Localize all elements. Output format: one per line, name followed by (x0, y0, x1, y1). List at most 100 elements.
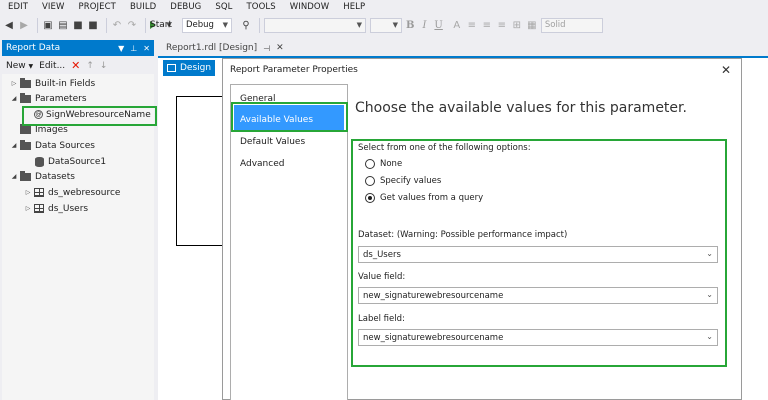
chevron-down-icon: ▼ (356, 21, 362, 29)
design-icon (167, 64, 176, 72)
toolbar-separator (145, 17, 146, 33)
close-icon[interactable]: ✕ (143, 44, 150, 53)
folder-icon (20, 139, 31, 150)
nav-item-available-values-label: Available Values (240, 115, 314, 125)
bold-button[interactable]: B (406, 20, 414, 31)
solution-config-select[interactable]: Debug ▼ (182, 17, 232, 33)
align-center-icon[interactable]: ≡ (481, 17, 493, 33)
fill-icon[interactable]: ▦ (526, 17, 538, 33)
tree-item-ds-webresource[interactable]: ▷ ds_webresource (24, 185, 121, 200)
main-toolbar: ◀ ▶ ▣ ▤ ■ ■ ↶ ↷ Start ▼ Debug ▼ ⚲ ▼ ▼ B … (0, 13, 768, 37)
label-field-value: new_signaturewebresourcename (363, 332, 504, 343)
menu-project[interactable]: PROJECT (79, 2, 116, 12)
font-color-icon[interactable]: A (451, 17, 463, 33)
collapse-arrow-icon[interactable]: ◢ (10, 142, 18, 149)
menu-build[interactable]: BUILD (130, 2, 156, 12)
design-tab-label: Design (180, 63, 212, 73)
database-icon (35, 156, 44, 167)
value-field-label: Value field: (358, 272, 406, 282)
tree-item-ds-users[interactable]: ▷ ds_Users (24, 201, 88, 216)
menu-window[interactable]: WINDOW (290, 2, 330, 12)
tree-item-label: Built-in Fields (35, 78, 96, 89)
underline-button[interactable]: U (434, 20, 442, 31)
radio-specify-values[interactable]: Specify values (365, 176, 441, 186)
save-all-icon[interactable]: ■ (87, 17, 99, 33)
pin-icon[interactable]: ⊥ (130, 44, 137, 53)
line-style-select[interactable]: Solid (540, 17, 603, 33)
move-up-icon[interactable]: ↑ (86, 61, 94, 71)
move-down-icon[interactable]: ↓ (100, 61, 108, 71)
new-menu-button[interactable]: New ▼ (6, 61, 33, 71)
expand-arrow-icon[interactable]: ▷ (24, 205, 32, 212)
report-parameter-properties-dialog: Report Parameter Properties ✕ General De… (222, 58, 742, 400)
radio-button[interactable] (365, 193, 375, 203)
find-icon[interactable]: ⚲ (240, 17, 252, 33)
label-field-select[interactable]: new_signaturewebresourcename ⌄ (358, 329, 718, 346)
forward-icon[interactable]: ▶ (18, 17, 30, 33)
radio-button[interactable] (365, 176, 375, 186)
edit-button[interactable]: Edit... (39, 61, 65, 71)
new-label: New (6, 60, 26, 71)
chevron-down-icon: ▼ (392, 21, 398, 29)
align-right-icon[interactable]: ≡ (496, 17, 508, 33)
radio-none[interactable]: None (365, 159, 402, 169)
chevron-down-icon: ▼ (28, 62, 34, 70)
tree-item-built-in-fields[interactable]: ▷ Built-in Fields (10, 76, 95, 91)
font-family-select[interactable]: ▼ (264, 17, 366, 33)
border-icon[interactable]: ⊞ (511, 17, 523, 33)
dataset-icon (34, 204, 44, 213)
dataset-value: ds_Users (363, 249, 401, 260)
font-size-select[interactable]: ▼ (370, 17, 402, 33)
italic-button[interactable]: I (422, 20, 426, 31)
radio-button[interactable] (365, 159, 375, 169)
line-style-value: Solid (544, 20, 566, 30)
expand-arrow-icon[interactable]: ▷ (10, 80, 18, 87)
pin-icon[interactable]: ⊣ (263, 44, 270, 53)
start-label: Start (150, 20, 172, 30)
chevron-down-icon[interactable]: ▼ (118, 44, 124, 53)
menu-tools[interactable]: TOOLS (246, 2, 275, 12)
folder-icon (20, 123, 31, 134)
value-field-select[interactable]: new_signaturewebresourcename ⌄ (358, 287, 718, 304)
tree-item-label: Images (35, 124, 68, 135)
design-tab-button[interactable]: Design (163, 60, 215, 76)
radio-get-values-from-query[interactable]: Get values from a query (365, 193, 483, 203)
close-icon[interactable]: ✕ (721, 63, 731, 77)
solution-config-value: Debug (186, 20, 214, 30)
menu-help[interactable]: HELP (343, 2, 365, 12)
collapse-arrow-icon[interactable]: ◢ (10, 95, 18, 102)
save-icon[interactable]: ■ (72, 17, 84, 33)
report-data-toolbar: New ▼ Edit... ✕ ↑ ↓ (2, 57, 154, 74)
align-left-icon[interactable]: ≡ (466, 17, 478, 33)
document-tab-label: Report1.rdl [Design] (166, 43, 258, 53)
chevron-down-icon: ⌄ (706, 332, 713, 341)
dataset-label: Dataset: (Warning: Possible performance … (358, 230, 568, 240)
menu-sql[interactable]: SQL (215, 2, 232, 12)
tree-item-datasource1[interactable]: DataSource1 (35, 154, 106, 169)
dataset-icon (34, 188, 44, 197)
tree-item-parameters[interactable]: ◢ Parameters (10, 91, 87, 106)
new-project-icon[interactable]: ▣ (42, 17, 54, 33)
menu-debug[interactable]: DEBUG (170, 2, 201, 12)
nav-item-default-values[interactable]: Default Values (240, 137, 305, 147)
tree-item-label: DataSource1 (48, 156, 107, 167)
undo-icon[interactable]: ↶ (111, 17, 123, 33)
delete-icon[interactable]: ✕ (71, 59, 80, 72)
tree-item-label: ds_webresource (48, 187, 121, 198)
menu-view[interactable]: VIEW (42, 2, 65, 12)
open-icon[interactable]: ▤ (57, 17, 69, 33)
back-icon[interactable]: ◀ (3, 17, 15, 33)
dataset-select[interactable]: ds_Users ⌄ (358, 246, 718, 263)
expand-arrow-icon[interactable]: ▷ (24, 189, 32, 196)
dialog-title-bar: Report Parameter Properties (223, 59, 741, 81)
start-button[interactable]: Start ▼ (150, 17, 178, 33)
document-tab[interactable]: Report1.rdl [Design] ⊣ ✕ (161, 40, 289, 56)
page-heading: Choose the available values for this par… (355, 100, 687, 116)
tree-item-datasets[interactable]: ◢ Datasets (10, 169, 75, 184)
collapse-arrow-icon[interactable]: ◢ (10, 173, 18, 180)
menu-edit[interactable]: EDIT (8, 2, 28, 12)
tree-item-data-sources[interactable]: ◢ Data Sources (10, 138, 95, 153)
close-icon[interactable]: ✕ (276, 43, 284, 53)
nav-item-advanced[interactable]: Advanced (240, 159, 284, 169)
redo-icon[interactable]: ↷ (126, 17, 138, 33)
